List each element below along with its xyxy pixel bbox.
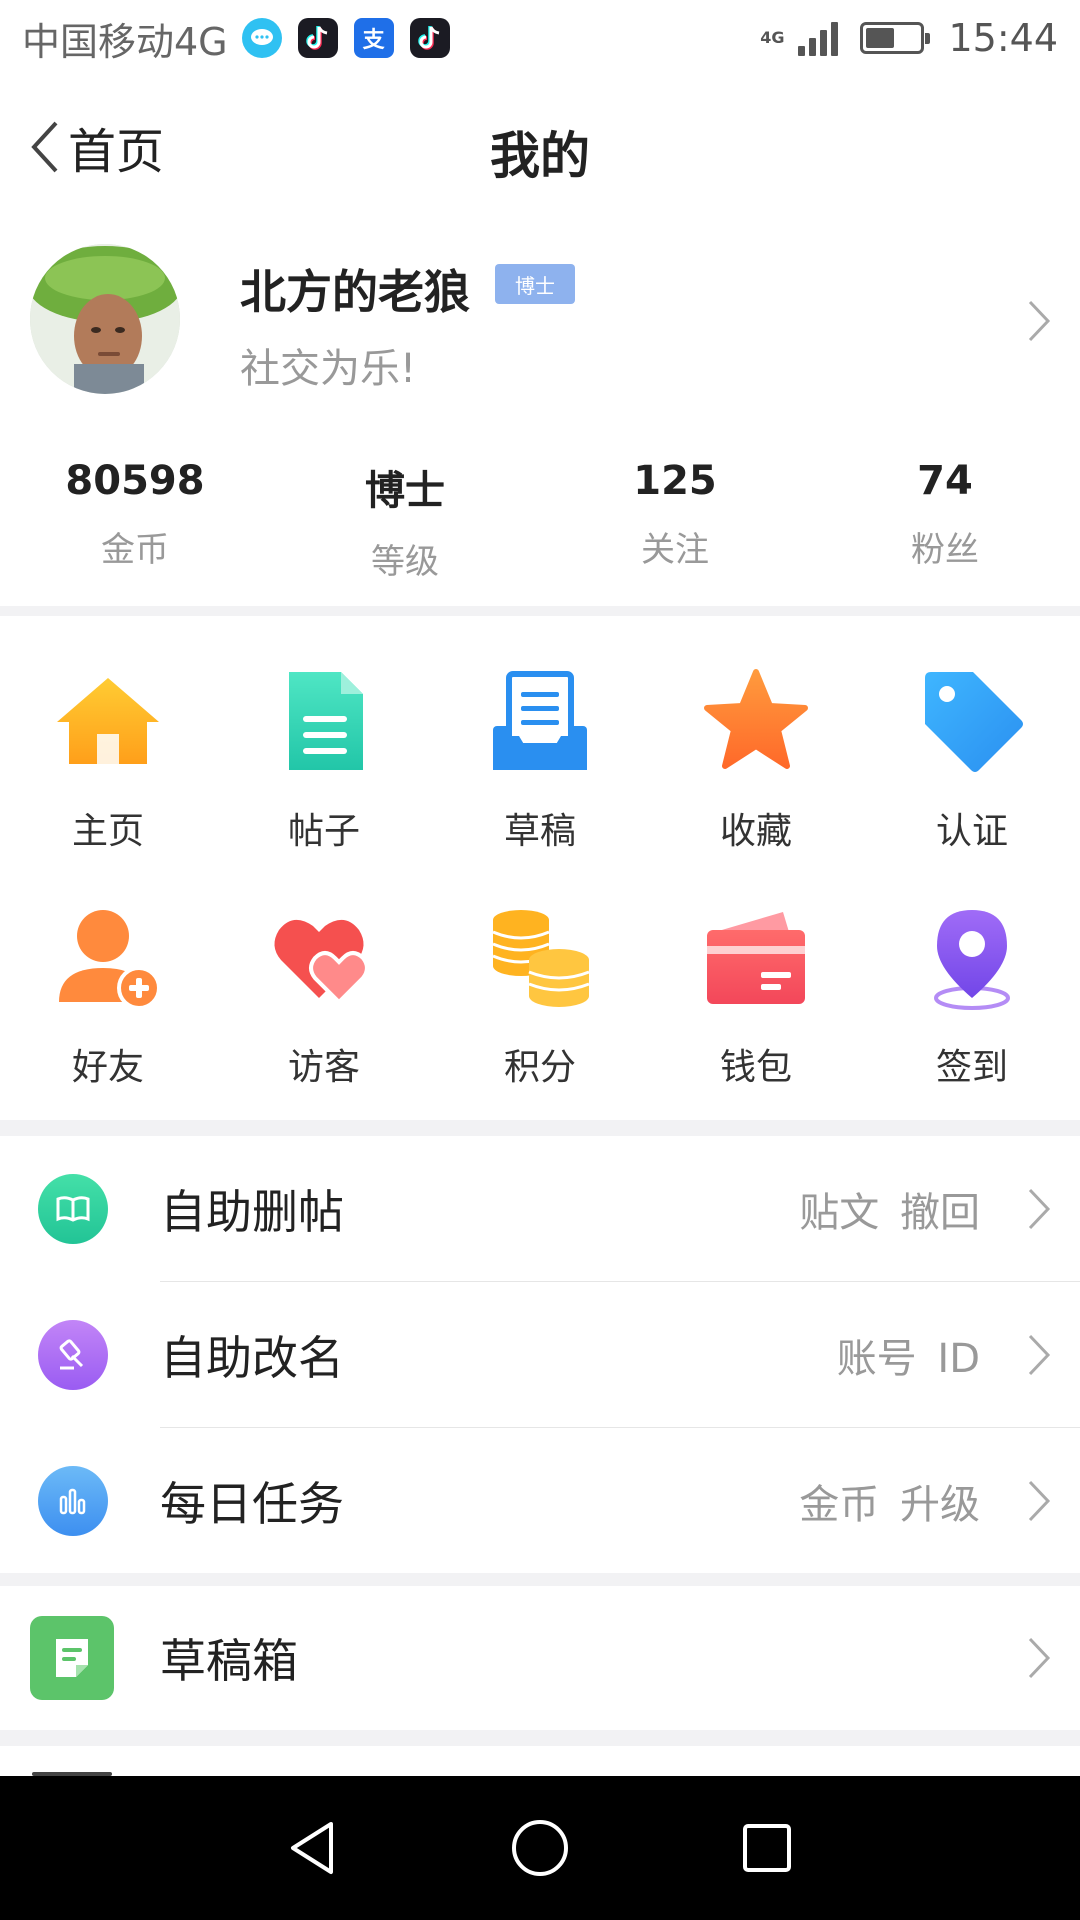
battery-icon	[860, 22, 931, 54]
nav-recents-button[interactable]	[722, 1803, 812, 1893]
chevron-right-icon	[1028, 1637, 1051, 1679]
grid-item-favorites[interactable]: 收藏	[648, 666, 864, 854]
list-item-self-rename[interactable]: 自助改名 账号 ID	[0, 1282, 1080, 1427]
grid-label: 钱包	[719, 1047, 792, 1088]
list-item-draft-box[interactable]: 草稿箱	[0, 1586, 1080, 1730]
stats-row: 80598 金币 博士 等级 125 关注 74 粉丝	[0, 458, 1080, 583]
grid-item-visitors[interactable]: 访客	[216, 902, 432, 1090]
stat-value: 80598	[65, 458, 205, 504]
stat-label: 等级	[371, 542, 439, 582]
grid-label: 主页	[71, 811, 144, 852]
grid-label: 认证	[935, 811, 1008, 852]
profile-card[interactable]: 北方的老狼 博士 社交为乐! 80598 金币 博士 等级 125 关注 74 …	[0, 216, 1080, 606]
row-title: 自助改名	[160, 1330, 344, 1385]
chevron-right-icon	[1028, 1334, 1051, 1375]
status-bar: 中国移动4G 支 4G 15:44	[0, 0, 1080, 76]
grid-label: 积分	[503, 1047, 576, 1088]
network-type-label: 4G	[760, 28, 785, 47]
row-title: 自助删帖	[160, 1184, 344, 1239]
stat-coins[interactable]: 80598 金币	[0, 458, 270, 583]
document-icon	[289, 672, 363, 770]
page-title: 我的	[490, 127, 590, 185]
stat-label: 金币	[101, 530, 169, 570]
gavel-icon	[38, 1319, 108, 1390]
notification-icons: 支	[241, 18, 450, 58]
hearts-icon	[274, 919, 369, 1005]
stat-value: 125	[633, 458, 717, 504]
grid-item-verify[interactable]: 认证	[864, 666, 1080, 854]
row-title: 草稿箱	[160, 1634, 298, 1688]
grid-item-posts[interactable]: 帖子	[216, 666, 432, 854]
chevron-right-icon	[1028, 1188, 1051, 1229]
stat-level[interactable]: 博士 等级	[270, 458, 540, 583]
stat-value: 74	[917, 458, 973, 504]
signature: 社交为乐!	[240, 346, 417, 392]
grid-item-wallet[interactable]: 钱包	[648, 902, 864, 1090]
signal-icon	[798, 20, 839, 56]
stat-followers[interactable]: 74 粉丝	[810, 458, 1080, 583]
stat-label: 关注	[641, 530, 709, 570]
drafts-list: 草稿箱	[0, 1586, 1080, 1730]
stat-label: 粉丝	[911, 530, 979, 570]
tools-list: 自助删帖 贴文 撤回 自助改名 账号 ID 每日任务 金币 升级	[0, 1136, 1080, 1573]
grid-item-home[interactable]: 主页	[0, 666, 216, 854]
grid-label: 签到	[935, 1047, 1008, 1088]
status-right: 4G 15:44	[760, 16, 1058, 60]
tag-icon	[925, 672, 1023, 772]
header: 首页 我的	[0, 76, 1080, 216]
grid-row: 主页 帖子 草稿 收藏 认证	[0, 666, 1080, 854]
back-triangle-icon	[291, 1822, 334, 1874]
username: 北方的老狼	[240, 265, 470, 319]
rank-badge: 博士	[495, 264, 575, 304]
stat-value: 博士	[365, 468, 445, 514]
bar-chart-icon	[38, 1465, 108, 1536]
grid-label: 草稿	[503, 811, 576, 852]
grid-item-points[interactable]: 积分	[432, 902, 648, 1090]
next-section-peek	[0, 1746, 1080, 1776]
grid-item-drafts[interactable]: 草稿	[432, 666, 648, 854]
home-circle-icon	[511, 1820, 568, 1876]
draft-box-icon	[30, 1616, 114, 1700]
row-subtitle: 贴文 撤回	[799, 1189, 980, 1236]
chevron-right-icon	[1028, 1480, 1051, 1521]
row-title: 每日任务	[160, 1476, 344, 1531]
grid-item-checkin[interactable]: 签到	[864, 902, 1080, 1090]
stat-following[interactable]: 125 关注	[540, 458, 810, 583]
tiktok-icon	[297, 18, 338, 58]
grid-row: 好友 访客 积分 钱包 签到	[0, 902, 1080, 1090]
chevron-right-icon	[1028, 300, 1051, 342]
add-friend-icon	[59, 910, 161, 1010]
coins-icon	[492, 910, 590, 1007]
wallet-icon	[707, 912, 805, 1004]
house-icon	[57, 678, 159, 764]
tiktok-icon	[409, 18, 450, 58]
row-subtitle: 账号 ID	[836, 1335, 980, 1382]
grid-label: 好友	[71, 1047, 144, 1088]
grid-item-friends[interactable]: 好友	[0, 902, 216, 1090]
nav-back-button[interactable]	[268, 1803, 358, 1893]
book-icon	[38, 1173, 108, 1244]
draft-tray-icon	[493, 671, 587, 770]
grid-label: 收藏	[719, 811, 792, 852]
nav-home-button[interactable]	[495, 1803, 585, 1893]
grid-label: 帖子	[287, 811, 360, 852]
row-subtitle: 金币 升级	[799, 1481, 980, 1528]
avatar[interactable]	[30, 244, 180, 394]
chat-bubble-icon	[241, 18, 282, 58]
feature-grid: 主页 帖子 草稿 收藏 认证 好友 访客 积分 钱包 签到	[0, 616, 1080, 1120]
star-icon	[704, 669, 808, 769]
alipay-icon: 支	[353, 18, 394, 58]
recents-square-icon	[742, 1824, 791, 1872]
carrier-label: 中国移动4G	[22, 19, 228, 64]
list-item-self-delete[interactable]: 自助删帖 贴文 撤回	[0, 1136, 1080, 1281]
grid-label: 访客	[287, 1047, 360, 1088]
system-navbar	[0, 1776, 1080, 1920]
location-pin-icon	[934, 910, 1010, 1010]
list-item-daily-tasks[interactable]: 每日任务 金币 升级	[0, 1428, 1080, 1573]
clock: 15:44	[948, 16, 1058, 60]
